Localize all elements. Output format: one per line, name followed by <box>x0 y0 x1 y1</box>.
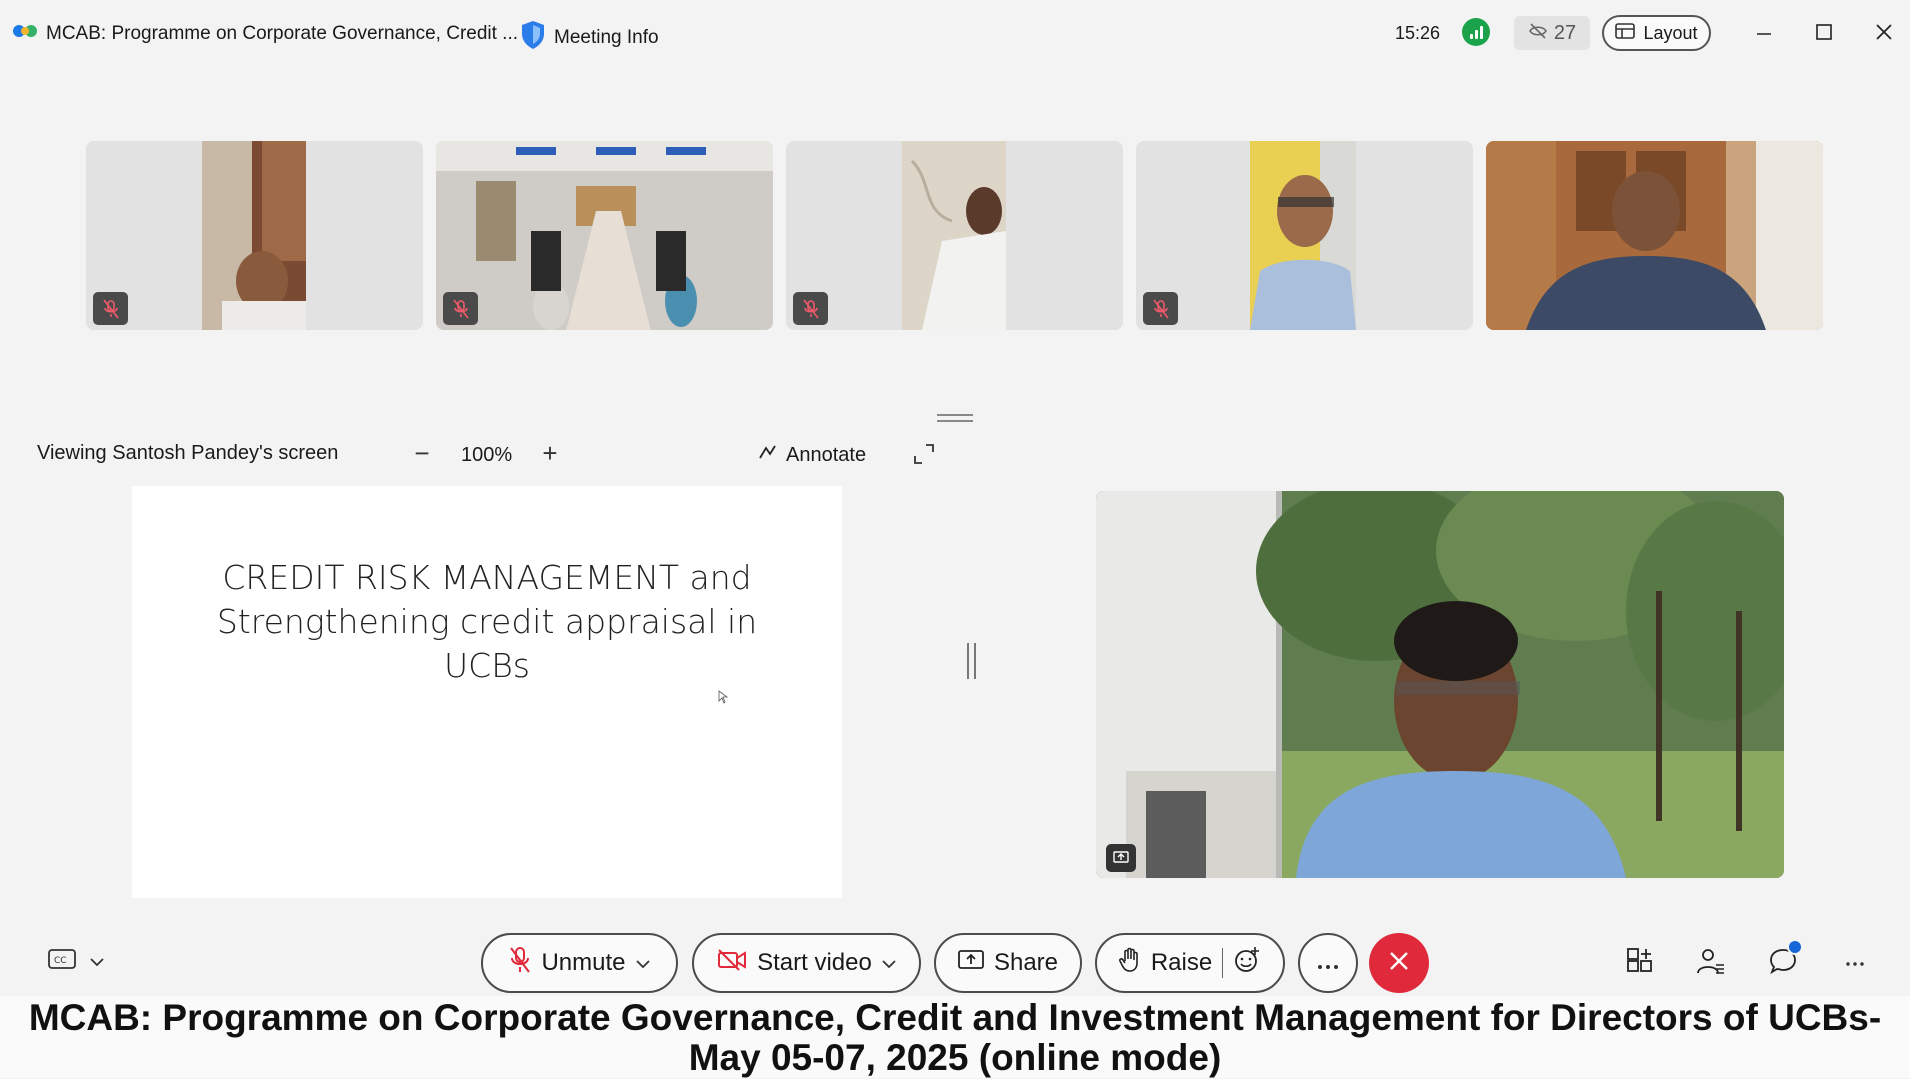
close-icon <box>1875 21 1893 47</box>
maximize-icon <box>1815 21 1833 47</box>
mic-muted-icon <box>443 292 478 325</box>
apps-button[interactable] <box>1622 945 1658 981</box>
banner-line-1: MCAB: Programme on Corporate Governance,… <box>28 997 1882 1038</box>
unmute-button[interactable]: Unmute <box>481 933 678 993</box>
maximize-button[interactable] <box>1804 16 1844 52</box>
unmute-label: Unmute <box>541 949 626 976</box>
svg-text:CC: CC <box>54 956 67 966</box>
participants-button[interactable] <box>1693 945 1729 981</box>
screen-share-indicator-icon <box>1106 844 1136 872</box>
title-bar: MCAB: Programme on Corporate Governance,… <box>0 0 1910 68</box>
event-banner: MCAB: Programme on Corporate Governance,… <box>0 996 1910 1078</box>
minimize-button[interactable] <box>1744 16 1784 52</box>
participant-video <box>902 141 1006 330</box>
chevron-down-icon[interactable] <box>635 953 650 974</box>
participant-count: 27 <box>1553 21 1577 44</box>
participant-thumbnail[interactable] <box>1486 141 1823 330</box>
closed-captions-icon: CC <box>48 948 76 975</box>
annotate-label: Annotate <box>786 443 867 466</box>
hidden-participants-button[interactable]: 27 <box>1514 16 1590 50</box>
speaker-video[interactable] <box>1096 491 1784 878</box>
more-horizontal-icon <box>1317 949 1339 977</box>
layout-icon <box>1615 22 1636 44</box>
hand-icon <box>1118 947 1141 980</box>
clock: 15:26 <box>1395 23 1441 43</box>
share-label: Share <box>993 949 1059 976</box>
divider <box>1222 948 1224 978</box>
participants-icon <box>1696 947 1726 980</box>
expand-icon <box>912 444 936 470</box>
participant-video <box>202 141 306 330</box>
minus-icon: − <box>414 438 430 468</box>
zoom-out-button[interactable]: − <box>407 440 437 466</box>
close-icon <box>1388 950 1410 977</box>
raise-hand-button[interactable]: Raise <box>1095 933 1285 993</box>
slide-title-line: CREDIT RISK MANAGEMENT and <box>222 558 752 597</box>
participant-thumbnail[interactable] <box>786 141 1123 330</box>
pen-icon <box>758 442 778 468</box>
apps-icon <box>1626 947 1654 980</box>
more-menu-button[interactable] <box>1837 945 1873 981</box>
raise-label: Raise <box>1150 949 1213 976</box>
participant-video <box>1250 141 1356 330</box>
participant-video <box>1486 141 1823 330</box>
share-button[interactable]: Share <box>934 933 1082 993</box>
chevron-down-icon[interactable] <box>90 951 104 972</box>
layout-button[interactable]: Layout <box>1602 15 1711 51</box>
slide-title: CREDIT RISK MANAGEMENT and Strengthening… <box>132 556 842 688</box>
plus-icon: + <box>542 438 558 468</box>
share-screen-icon <box>958 949 984 978</box>
eye-off-icon <box>1528 22 1548 45</box>
viewing-screen-label: Viewing Santosh Pandey's screen <box>37 442 339 464</box>
close-window-button[interactable] <box>1864 16 1904 52</box>
mic-muted-icon <box>1143 292 1178 325</box>
app-title-text: MCAB: Programme on Corporate Governance,… <box>46 23 519 44</box>
zoom-in-button[interactable]: + <box>535 440 565 466</box>
participant-video <box>436 141 773 330</box>
end-call-button[interactable] <box>1369 933 1429 993</box>
banner-line-2: May 05-07, 2025 (online mode) <box>688 1037 1222 1078</box>
slide-title-line: UCBs <box>444 646 530 685</box>
meeting-info-button[interactable]: Meeting Info <box>520 20 659 56</box>
chevron-down-icon[interactable] <box>882 953 896 974</box>
start-video-button[interactable]: Start video <box>692 933 921 993</box>
meeting-info-label: Meeting Info <box>554 27 659 48</box>
start-video-label: Start video <box>757 949 872 976</box>
app-title: MCAB: Programme on Corporate Governance,… <box>12 22 518 46</box>
resize-handle[interactable] <box>937 414 973 422</box>
more-horizontal-icon <box>1845 954 1865 972</box>
layout-label: Layout <box>1643 22 1698 43</box>
minimize-icon <box>1756 21 1772 47</box>
expand-button[interactable] <box>912 442 936 466</box>
slide-title-line: Strengthening credit appraisal in <box>216 602 758 641</box>
participant-thumbnail[interactable] <box>436 141 773 330</box>
mic-off-icon <box>509 946 531 981</box>
chat-icon <box>1769 938 1803 980</box>
shield-icon <box>520 20 546 56</box>
more-options-button[interactable] <box>1298 933 1358 993</box>
pane-divider[interactable] <box>967 643 976 679</box>
zoom-level: 100% <box>461 444 513 466</box>
mic-muted-icon <box>793 292 828 325</box>
video-off-icon <box>717 948 747 978</box>
participant-thumbnail[interactable] <box>1136 141 1473 330</box>
cursor-icon <box>718 690 728 704</box>
reactions-icon[interactable] <box>1233 946 1261 981</box>
shared-screen: CREDIT RISK MANAGEMENT and Strengthening… <box>132 486 842 898</box>
notification-dot <box>1787 938 1803 955</box>
speaker-video-feed <box>1096 491 1784 878</box>
connection-signal-icon[interactable] <box>1462 18 1490 46</box>
captions-button[interactable]: CC <box>48 948 104 975</box>
participant-thumbnail[interactable] <box>86 141 423 330</box>
annotate-button[interactable]: Annotate <box>758 442 866 468</box>
mic-muted-icon <box>93 292 128 325</box>
webex-logo-icon <box>12 22 38 46</box>
chat-button[interactable] <box>1765 938 1803 981</box>
